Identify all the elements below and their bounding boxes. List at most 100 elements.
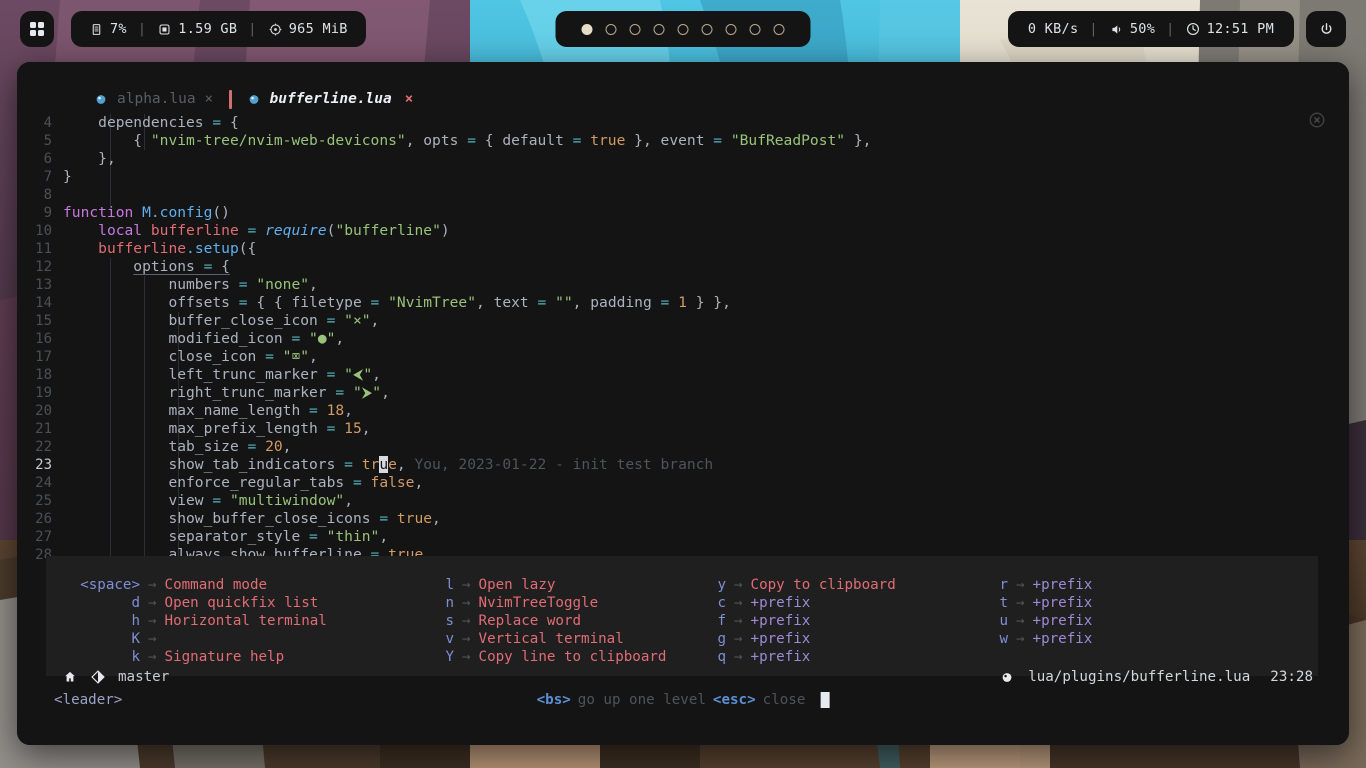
which-key-binding: u <box>999 613 1008 629</box>
which-key-entry[interactable]: r → +prefix <box>942 576 1308 594</box>
workspace-4[interactable] <box>653 23 665 35</box>
which-key-entry[interactable]: h → Horizontal terminal <box>74 612 388 630</box>
code-token: = <box>229 294 257 311</box>
arrow-icon: → <box>734 595 743 611</box>
code-token: e <box>388 456 397 473</box>
which-key-entry[interactable]: f → +prefix <box>660 612 942 630</box>
which-key-binding: l <box>445 577 454 593</box>
ram-icon <box>157 22 172 37</box>
which-key-entry[interactable]: g → +prefix <box>660 630 942 648</box>
command-line: <leader> <bs> go up one level <esc> clos… <box>17 689 1349 711</box>
which-key-entry[interactable]: v → Vertical terminal <box>388 630 660 648</box>
which-key-binding: s <box>445 613 454 629</box>
tab-bufferline-lua[interactable]: bufferline.lua × <box>236 84 426 114</box>
code-line: 23 show_tab_indicators = true, You, 2023… <box>17 456 1349 474</box>
which-key-entry[interactable]: K → <box>74 630 388 648</box>
which-key-entry[interactable]: <space> → Command mode <box>74 576 388 594</box>
which-key-entry[interactable]: y → Copy to clipboard <box>660 576 942 594</box>
workspace-6[interactable] <box>701 23 713 35</box>
code-token: , <box>335 330 345 347</box>
code-token: "BufReadPost" <box>730 132 846 149</box>
line-number: 21 <box>35 421 52 437</box>
code-line: 5 { "nvim-tree/nvim-web-devicons", opts … <box>17 132 1349 150</box>
code-token: require <box>265 222 327 239</box>
code-token: "multiwindow" <box>229 492 345 509</box>
power-button[interactable] <box>1306 11 1346 47</box>
arrow-icon: → <box>734 649 743 665</box>
cpu-icon <box>89 22 104 37</box>
tab-alpha-lua[interactable]: alpha.lua × <box>83 84 225 114</box>
which-key-popup[interactable]: <space> → Command mode l → Open lazy y → Copy to… <box>46 556 1318 676</box>
workspace-8[interactable] <box>749 23 761 35</box>
which-key-binding: d <box>131 595 140 611</box>
tab-close-icon[interactable]: × <box>405 91 413 107</box>
line-number: 26 <box>35 511 52 527</box>
which-key-description: +prefix <box>1032 613 1093 629</box>
arrow-icon: → <box>462 649 471 665</box>
which-key-entry[interactable]: l → Open lazy <box>388 576 660 594</box>
which-key-entry[interactable]: t → +prefix <box>942 594 1308 612</box>
ram-stat[interactable]: 1.59 GB <box>157 21 237 37</box>
arrow-icon: → <box>734 577 743 593</box>
workspace-2[interactable] <box>605 23 617 35</box>
workspace-1[interactable] <box>581 23 593 35</box>
which-key-entry[interactable]: k → Signature help <box>74 648 388 666</box>
home-icon[interactable] <box>62 670 77 685</box>
line-number: 14 <box>35 295 52 311</box>
which-key-description: Copy line to clipboard <box>478 649 667 665</box>
line-number: 13 <box>35 277 52 293</box>
workspace-indicator[interactable] <box>555 11 811 47</box>
tab-close-icon[interactable]: × <box>205 91 213 107</box>
code-token: , <box>476 294 494 311</box>
clock-value: 12:51 PM <box>1206 21 1274 37</box>
app-launcher-button[interactable] <box>20 11 54 47</box>
which-key-entry[interactable]: w → +prefix <box>942 630 1308 648</box>
which-key-entry[interactable]: n → NvimTreeToggle <box>388 594 660 612</box>
code-token: filetype <box>291 294 362 311</box>
code-token: dependencies <box>98 114 204 131</box>
workspace-7[interactable] <box>725 23 737 35</box>
which-key-entry[interactable]: s → Replace word <box>388 612 660 630</box>
which-key-entry[interactable]: q → +prefix <box>660 648 942 666</box>
code-text: tab_size = 20, <box>63 438 291 456</box>
code-text: local bufferline = require("bufferline") <box>63 222 450 240</box>
leader-prompt: <leader> <box>54 692 123 708</box>
code-token: true <box>396 510 433 527</box>
line-number: 4 <box>43 115 52 131</box>
which-key-binding: t <box>999 595 1008 611</box>
hint-text-bs: go up one level <box>577 692 706 708</box>
power-icon <box>1319 22 1334 37</box>
text-cursor: u <box>379 456 389 473</box>
disk-stat[interactable]: 965 MiB <box>268 21 348 37</box>
code-token: modified_icon <box>168 330 283 347</box>
cpu-stat[interactable]: 7% <box>89 21 127 37</box>
workspace-9[interactable] <box>773 23 785 35</box>
code-token: = <box>203 492 230 509</box>
code-token: = <box>335 456 362 473</box>
code-token: 1 <box>678 294 687 311</box>
workspace-5[interactable] <box>677 23 689 35</box>
volume-stat[interactable]: 50% <box>1109 21 1155 37</box>
workspace-3[interactable] <box>629 23 641 35</box>
code-token: = <box>563 132 591 149</box>
code-token: "●" <box>309 330 336 347</box>
code-token: "" <box>555 294 573 311</box>
which-key-entry[interactable]: u → +prefix <box>942 612 1308 630</box>
which-key-entry[interactable]: c → +prefix <box>660 594 942 612</box>
which-key-binding: h <box>131 613 140 629</box>
which-key-description: +prefix <box>1032 595 1093 611</box>
which-key-entry[interactable]: d → Open quickfix list <box>74 594 388 612</box>
which-key-entry[interactable]: Y → Copy line to clipboard <box>388 648 666 666</box>
clock-stat[interactable]: 12:51 PM <box>1186 21 1274 37</box>
cursor-position: 23:28 <box>1270 669 1313 685</box>
line-number: 15 <box>35 313 52 329</box>
statusline-left: master <box>62 669 169 685</box>
code-token: ({ <box>238 240 257 257</box>
which-key-description: +prefix <box>1032 577 1093 593</box>
code-text: modified_icon = "●", <box>63 330 344 348</box>
which-key-binding: n <box>445 595 454 611</box>
git-branch-icon[interactable] <box>90 670 105 685</box>
network-stat[interactable]: 0 KB/s <box>1028 21 1079 37</box>
